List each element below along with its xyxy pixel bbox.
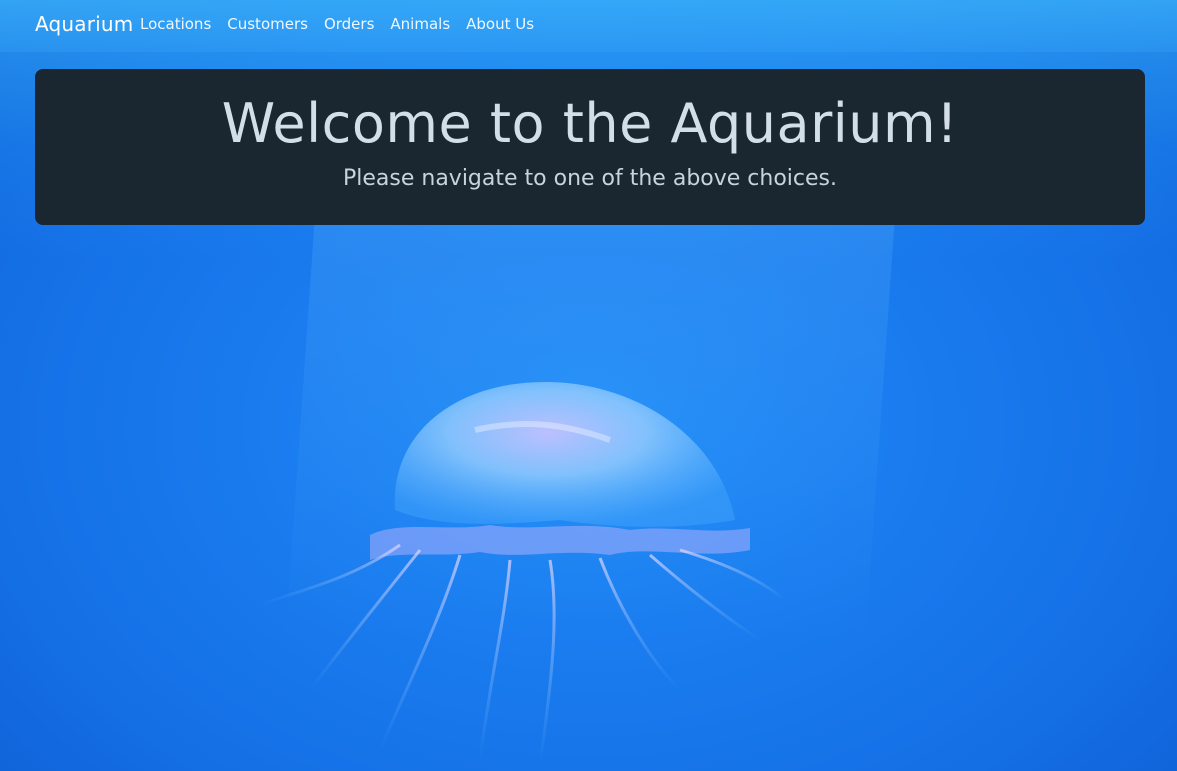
nav-link-orders[interactable]: Orders (324, 15, 374, 33)
brand-link[interactable]: Aquarium (35, 12, 134, 36)
nav-links: Locations Customers Orders Animals About… (140, 15, 534, 33)
navbar: Aquarium Locations Customers Orders Anim… (0, 0, 1177, 52)
nav-link-customers[interactable]: Customers (227, 15, 308, 33)
page-title: Welcome to the Aquarium! (221, 92, 959, 155)
jellyfish-image (259, 381, 786, 766)
welcome-banner: Welcome to the Aquarium! Please navigate… (35, 69, 1145, 225)
nav-link-animals[interactable]: Animals (390, 15, 450, 33)
nav-link-locations[interactable]: Locations (140, 15, 211, 33)
nav-link-about-us[interactable]: About Us (466, 15, 534, 33)
page-subtitle: Please navigate to one of the above choi… (342, 166, 837, 191)
